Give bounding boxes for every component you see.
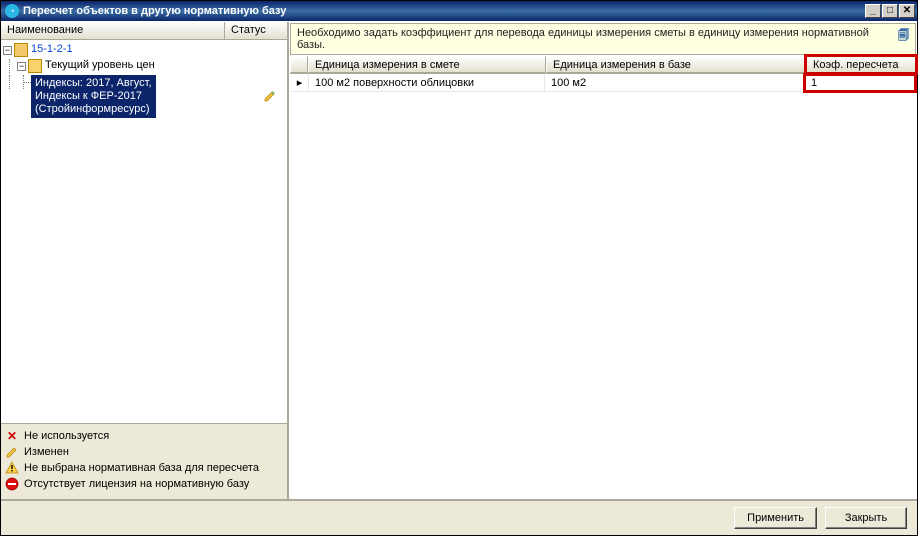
grid-row[interactable]: ▸ 100 м2 поверхности облицовки 100 м2 1 xyxy=(291,74,915,92)
tree-col-status[interactable]: Статус xyxy=(225,22,287,39)
legend-unused-label: Не используется xyxy=(24,430,109,442)
warning-icon xyxy=(5,461,19,475)
grid-body[interactable]: ▸ 100 м2 поверхности облицовки 100 м2 1 xyxy=(290,74,916,499)
tree-label-level: Текущий уровень цен xyxy=(45,59,155,71)
info-bar: Необходимо задать коэффициент для перево… xyxy=(290,23,916,55)
cell-unit-estimate[interactable]: 100 м2 поверхности облицовки xyxy=(309,75,545,91)
title-bar: ◔ Пересчет объектов в другую нормативную… xyxy=(1,1,917,21)
x-icon: ✕ xyxy=(5,429,19,443)
maximize-button[interactable]: □ xyxy=(882,4,898,18)
legend-no-base: Не выбрана нормативная база для пересчет… xyxy=(5,461,283,475)
grid-col-coef[interactable]: Коэф. пересчета xyxy=(806,56,916,73)
pencil-icon xyxy=(263,89,277,103)
tree-row-selected[interactable]: Индексы: 2017, Август, Индексы к ФЕР-201… xyxy=(3,74,287,119)
tree-row-root[interactable]: − 15-1-2-1 xyxy=(3,42,287,58)
main-content: Наименование Статус − 15-1-2-1 − Текущий… xyxy=(1,21,917,499)
cell-unit-base[interactable]: 100 м2 xyxy=(545,75,805,91)
window-buttons: _ □ ✕ xyxy=(865,4,915,18)
footer: Применить Закрыть xyxy=(1,499,917,535)
row-marker-icon: ▸ xyxy=(291,74,309,91)
window-title: Пересчет объектов в другую нормативную б… xyxy=(23,5,865,17)
legend-unused: ✕ Не используется xyxy=(5,429,283,443)
expand-icon[interactable]: − xyxy=(3,46,12,55)
tree-col-name[interactable]: Наименование xyxy=(1,22,225,39)
right-pane: Необходимо задать коэффициент для перево… xyxy=(289,22,917,499)
grid-header: Единица измерения в смете Единица измере… xyxy=(290,56,916,74)
cell-coef[interactable]: 1 xyxy=(805,75,915,91)
legend-changed-label: Изменен xyxy=(24,446,69,458)
tree-label-root: 15-1-2-1 xyxy=(31,43,73,55)
home-icon xyxy=(14,43,28,57)
tree-selected-label: Индексы: 2017, Август, Индексы к ФЕР-201… xyxy=(31,75,156,118)
stop-icon xyxy=(5,477,19,491)
tree-row-level[interactable]: − Текущий уровень цен xyxy=(3,58,287,74)
left-pane: Наименование Статус − 15-1-2-1 − Текущий… xyxy=(1,22,289,499)
grid-col-unit-estimate[interactable]: Единица измерения в смете xyxy=(308,56,546,73)
legend-no-license-label: Отсутствует лицензия на нормативную базу xyxy=(24,478,249,490)
info-text: Необходимо задать коэффициент для перево… xyxy=(297,27,892,51)
expand-icon[interactable]: − xyxy=(17,62,26,71)
close-window-button[interactable]: ✕ xyxy=(899,4,915,18)
legend-no-base-label: Не выбрана нормативная база для пересчет… xyxy=(24,462,259,474)
apply-button[interactable]: Применить xyxy=(734,507,817,529)
grid-col-unit-base[interactable]: Единица измерения в базе xyxy=(546,56,806,73)
folder-icon xyxy=(28,59,42,73)
grid-col-marker xyxy=(290,56,308,73)
app-icon: ◔ xyxy=(5,4,19,18)
legend: ✕ Не используется Изменен Не выбрана нор… xyxy=(1,423,287,499)
minimize-button[interactable]: _ xyxy=(865,4,881,18)
info-icon[interactable]: 🗐 xyxy=(898,27,909,46)
pencil-icon xyxy=(5,445,19,459)
legend-changed: Изменен xyxy=(5,445,283,459)
close-button[interactable]: Закрыть xyxy=(825,507,907,529)
tree-body[interactable]: − 15-1-2-1 − Текущий уровень цен Индексы… xyxy=(1,40,287,423)
legend-no-license: Отсутствует лицензия на нормативную базу xyxy=(5,477,283,491)
tree-header: Наименование Статус xyxy=(1,22,287,40)
